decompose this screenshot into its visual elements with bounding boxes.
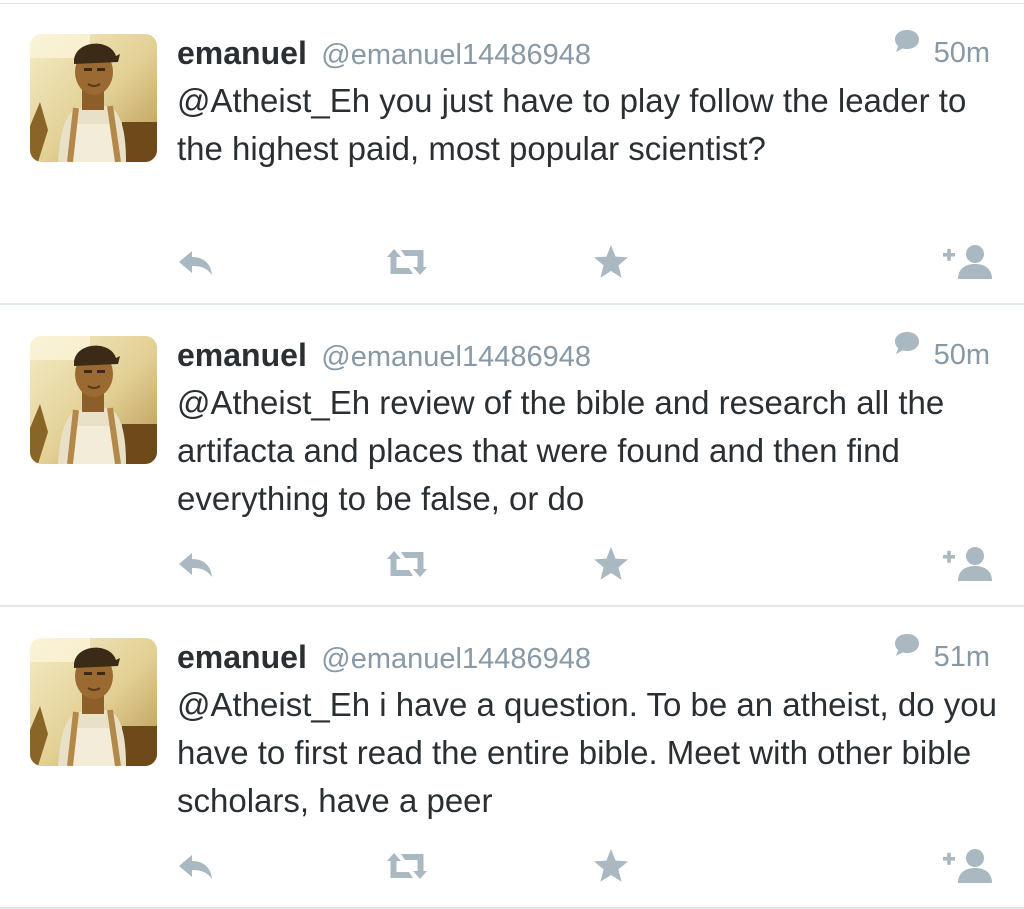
- tweet-meta: 50m: [893, 28, 990, 75]
- tweet-header: emanuel @emanuel14486948: [177, 333, 591, 377]
- tweet-text: @Atheist_Eh review of the bible and rese…: [177, 384, 945, 517]
- timestamp[interactable]: 50m: [934, 37, 990, 69]
- speech-bubble-icon: [893, 632, 921, 676]
- reply-icon[interactable]: [176, 545, 216, 583]
- retweet-icon[interactable]: [383, 243, 431, 281]
- tweet-card[interactable]: emanuel @emanuel14486948 50m @Atheist_Eh…: [0, 3, 1024, 305]
- speech-bubble-icon: [893, 28, 921, 72]
- add-user-icon[interactable]: [940, 243, 996, 281]
- tweet-text: @Atheist_Eh i have a question. To be an …: [177, 686, 997, 819]
- avatar[interactable]: [30, 638, 157, 766]
- retweet-icon[interactable]: [383, 545, 431, 583]
- star-icon[interactable]: [592, 243, 630, 281]
- star-icon[interactable]: [592, 847, 630, 885]
- avatar[interactable]: [30, 34, 157, 162]
- tweet-text: @Atheist_Eh you just have to play follow…: [177, 82, 967, 167]
- add-user-icon[interactable]: [940, 545, 996, 583]
- retweet-icon[interactable]: [383, 847, 431, 885]
- tweet-card[interactable]: emanuel @emanuel14486948 50m @Atheist_Eh…: [0, 305, 1024, 607]
- speech-bubble-icon: [893, 330, 921, 374]
- reply-icon[interactable]: [176, 847, 216, 885]
- tweet-timeline: emanuel @emanuel14486948 50m @Atheist_Eh…: [0, 0, 1024, 909]
- tweet-header: emanuel @emanuel14486948: [177, 31, 591, 75]
- tweet-card[interactable]: emanuel @emanuel14486948 51m @Atheist_Eh…: [0, 607, 1024, 909]
- reply-icon[interactable]: [176, 243, 216, 281]
- star-icon[interactable]: [592, 545, 630, 583]
- add-user-icon[interactable]: [940, 847, 996, 885]
- timestamp[interactable]: 51m: [934, 641, 990, 673]
- tweet-meta: 51m: [893, 632, 990, 679]
- avatar[interactable]: [30, 336, 157, 464]
- timestamp[interactable]: 50m: [934, 339, 990, 371]
- user-handle[interactable]: @emanuel14486948: [321, 39, 591, 71]
- user-name[interactable]: emanuel: [177, 639, 307, 675]
- user-name[interactable]: emanuel: [177, 35, 307, 71]
- tweet-meta: 50m: [893, 330, 990, 377]
- user-name[interactable]: emanuel: [177, 337, 307, 373]
- user-handle[interactable]: @emanuel14486948: [321, 341, 591, 373]
- user-handle[interactable]: @emanuel14486948: [321, 643, 591, 675]
- tweet-header: emanuel @emanuel14486948: [177, 635, 591, 679]
